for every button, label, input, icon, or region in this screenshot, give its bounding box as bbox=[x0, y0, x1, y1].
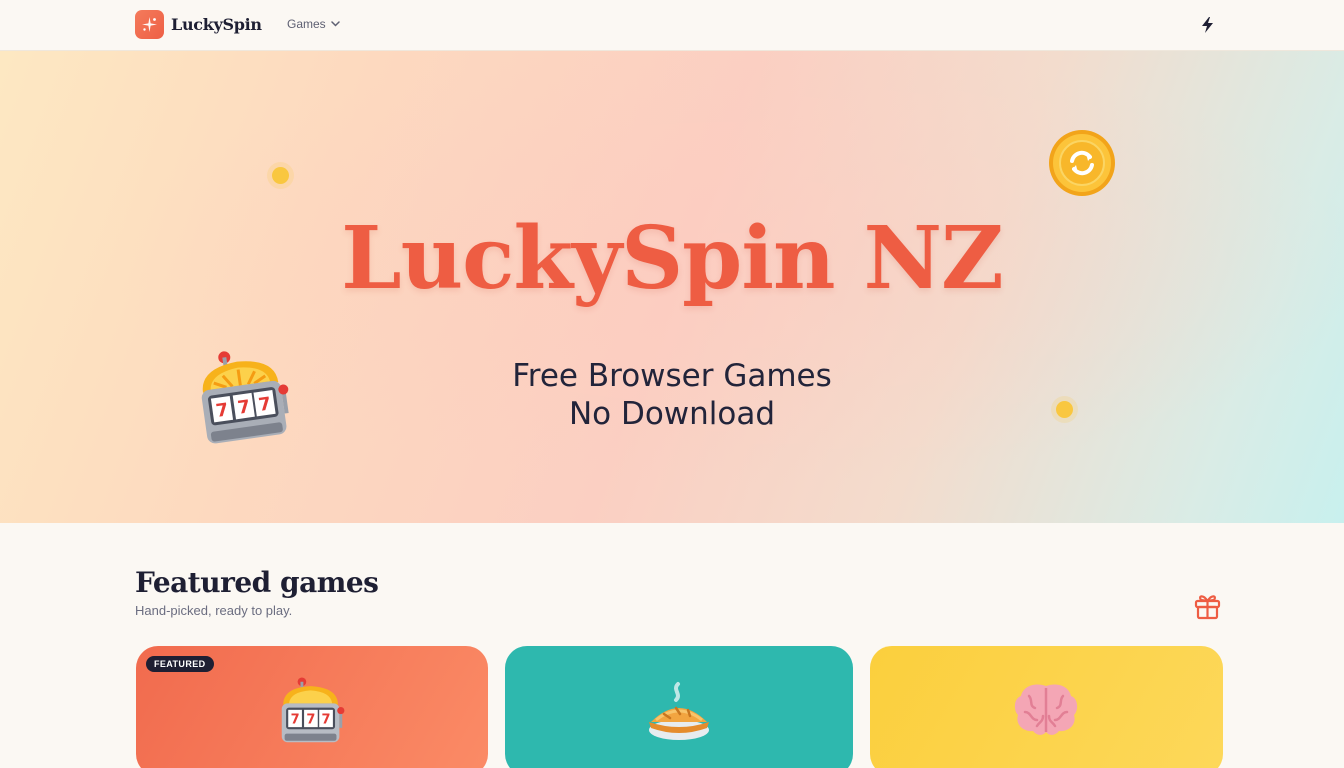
svg-text:7: 7 bbox=[322, 713, 331, 728]
hero-subtitle-line2: No Download bbox=[568, 396, 776, 432]
game-card-brain[interactable] bbox=[870, 646, 1223, 768]
hero-title: LuckySpin NZ bbox=[341, 208, 1004, 309]
game-card-slots[interactable]: FEATURED 7 7 7 bbox=[136, 646, 488, 768]
gift-icon[interactable] bbox=[1193, 591, 1222, 620]
brand-name: LuckySpin bbox=[171, 15, 262, 34]
hero-subtitle: Free Browser Games No Download bbox=[0, 357, 1344, 433]
hero-banner: 7 7 7 LuckySpin NZ Free Browser Games No… bbox=[0, 51, 1344, 523]
nav-games-label: Games bbox=[287, 17, 326, 31]
game-card-pie[interactable] bbox=[505, 646, 853, 768]
sparkle-icon bbox=[135, 10, 164, 39]
brand-logo[interactable]: LuckySpin bbox=[135, 10, 262, 39]
svg-text:7: 7 bbox=[306, 713, 315, 728]
hero-subtitle-line1: Free Browser Games bbox=[512, 358, 832, 394]
featured-title: Featured games bbox=[135, 566, 379, 599]
pie-icon bbox=[649, 682, 709, 740]
coin-icon bbox=[1049, 130, 1115, 196]
bolt-icon[interactable] bbox=[1200, 17, 1215, 33]
featured-subtitle: Hand-picked, ready to play. bbox=[135, 603, 293, 618]
decor-dot bbox=[272, 167, 289, 184]
chevron-down-icon bbox=[330, 21, 340, 27]
brain-icon bbox=[1014, 684, 1078, 735]
top-header: LuckySpin Games bbox=[0, 0, 1344, 51]
slot-machine-icon: 7 7 7 bbox=[281, 677, 345, 743]
featured-badge: FEATURED bbox=[146, 656, 214, 672]
svg-text:7: 7 bbox=[291, 713, 300, 728]
nav-games-dropdown[interactable]: Games bbox=[287, 17, 340, 31]
